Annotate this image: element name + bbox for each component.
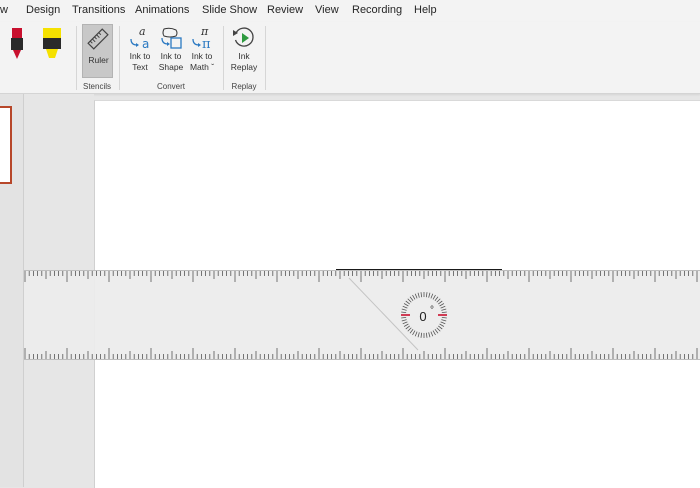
ink-to-text-icon: a a bbox=[124, 25, 156, 51]
ribbon-separator bbox=[119, 26, 120, 90]
svg-text:π: π bbox=[202, 37, 211, 51]
tab-review[interactable]: Review bbox=[267, 4, 303, 16]
replay-group-label: Replay bbox=[231, 82, 257, 91]
degree-symbol: ° bbox=[430, 305, 434, 316]
menu-bar: w Design Transitions Animations Slide Sh… bbox=[0, 0, 700, 22]
ruler-button[interactable]: Ruler bbox=[82, 24, 113, 78]
slide-thumbnail[interactable] bbox=[0, 106, 12, 184]
ink-replay-label-2: Replay bbox=[230, 62, 258, 72]
yellow-highlighter-icon[interactable] bbox=[40, 26, 66, 62]
ruler-stencil[interactable] bbox=[24, 270, 700, 360]
red-pen-icon[interactable] bbox=[8, 26, 28, 62]
ink-replay-button[interactable]: Ink Replay bbox=[228, 25, 260, 73]
svg-text:a: a bbox=[142, 37, 149, 51]
ruler-icon bbox=[87, 28, 109, 55]
ink-to-math-label-1: Ink to bbox=[191, 51, 213, 61]
tab-design[interactable]: Design bbox=[26, 4, 60, 16]
ruler-label: Ruler bbox=[88, 55, 109, 65]
ink-to-math-label-2: Math ˇ bbox=[189, 62, 215, 72]
ink-to-shape-button[interactable]: Ink to Shape bbox=[155, 25, 187, 73]
ink-to-shape-label-1: Ink to bbox=[160, 51, 182, 61]
ink-replay-label-1: Ink bbox=[238, 51, 250, 61]
ribbon: Ruler Stencils a a Ink to Text Ink to Sh bbox=[0, 22, 700, 94]
ink-to-math-icon: π π bbox=[186, 25, 218, 52]
ribbon-separator bbox=[76, 26, 77, 90]
ruler-graphic bbox=[24, 270, 700, 360]
ink-to-text-label-2: Text bbox=[132, 62, 148, 72]
ribbon-separator bbox=[223, 26, 224, 90]
tab-transitions[interactable]: Transitions bbox=[72, 4, 125, 16]
tab-slide-show[interactable]: Slide Show bbox=[202, 4, 257, 16]
ink-to-shape-icon bbox=[155, 25, 187, 51]
ink-replay-icon bbox=[228, 25, 260, 51]
tab-recording[interactable]: Recording bbox=[352, 4, 402, 16]
ink-to-text-label-1: Ink to bbox=[129, 51, 151, 61]
ribbon-separator bbox=[265, 26, 266, 90]
convert-group-label: Convert bbox=[156, 82, 185, 91]
tab-draw[interactable]: w bbox=[0, 4, 8, 16]
tab-help[interactable]: Help bbox=[414, 4, 437, 16]
tab-view[interactable]: View bbox=[315, 4, 339, 16]
tab-animations[interactable]: Animations bbox=[135, 4, 189, 16]
ink-to-shape-label-2: Shape bbox=[158, 62, 184, 72]
ink-to-math-button[interactable]: π π Ink to Math ˇ bbox=[186, 25, 218, 73]
stencils-group-label: Stencils bbox=[82, 82, 111, 91]
ink-to-text-button[interactable]: a a Ink to Text bbox=[124, 25, 156, 73]
